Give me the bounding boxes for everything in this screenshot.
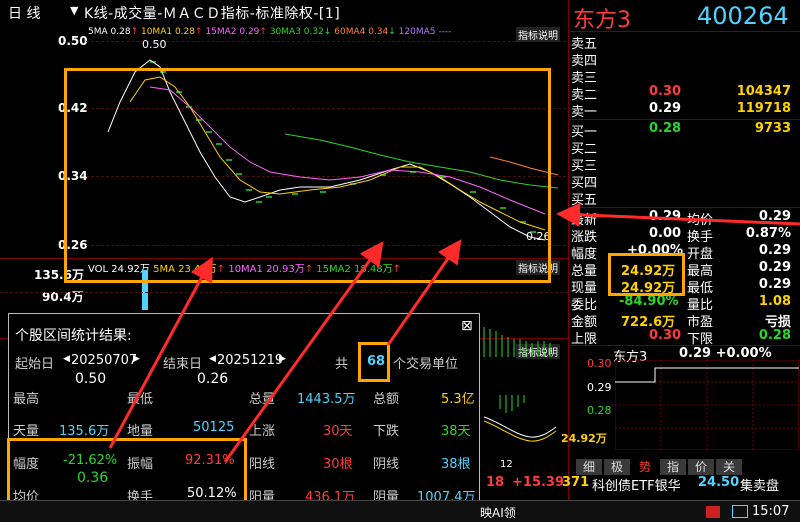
quote-row: 涨跌 0.00 换手 0.87% xyxy=(571,226,791,245)
value-down-candles: 38根 xyxy=(441,457,471,472)
quote-row: 最新 0.29 均价 0.29 xyxy=(571,209,791,228)
value-up-candles: 30根 xyxy=(323,457,353,472)
start-price: 0.50 xyxy=(75,371,107,387)
tab-index[interactable]: 指 xyxy=(660,459,686,475)
label-up-days: 上涨 xyxy=(249,424,276,439)
bid-row[interactable]: 买四 xyxy=(569,172,800,191)
ask-price: 0.29 xyxy=(649,101,682,116)
label-total-amount: 总额 xyxy=(373,392,400,407)
ask-row[interactable]: 卖三 xyxy=(569,67,800,86)
status-value-1: 18 xyxy=(486,475,505,490)
bid-row[interactable]: 买一 0.28 9733 xyxy=(569,121,800,140)
bid-price: 0.28 xyxy=(649,121,682,136)
ticker-suffix: 集卖盘 xyxy=(740,479,780,494)
vol-y-tick-90: 90.4万 xyxy=(42,290,84,304)
value-up-days: 30天 xyxy=(323,424,353,439)
ticker-text[interactable]: 科创债ETF银华 xyxy=(592,475,681,494)
highlight-day-count xyxy=(358,342,390,382)
ask-row[interactable]: 卖五 xyxy=(569,33,800,52)
quote-row: 上限 0.30 下限 0.28 xyxy=(571,328,791,347)
ask-row[interactable]: 卖四 xyxy=(569,50,800,69)
quote-row: 金额 722.6万 市盈 亏损 xyxy=(571,315,791,330)
mini-intraday-chart[interactable] xyxy=(615,360,799,450)
label-down-candles: 阴线 xyxy=(373,457,400,472)
value-total-volume: 1443.5万 xyxy=(297,392,356,407)
highlight-volume-values xyxy=(608,253,685,296)
tab-trend[interactable]: 势 xyxy=(632,459,658,475)
bid-row[interactable]: 买三 xyxy=(569,155,800,174)
end-date-next-icon[interactable]: ▶ xyxy=(279,354,286,364)
label-low: 最低 xyxy=(127,392,154,407)
end-date-label: 结束日 xyxy=(163,357,203,372)
period-label[interactable]: 日 线 xyxy=(8,3,40,23)
mini-y-mid: 0.29 xyxy=(587,381,612,394)
tab-extreme[interactable]: 极 xyxy=(604,459,630,475)
clock: 15:07 xyxy=(752,504,790,519)
ask-price: 0.30 xyxy=(649,84,682,99)
quote-panel: 东方3 400264 卖五 卖四 卖三 卖二 0.30 104347 卖一 0.… xyxy=(561,0,800,500)
macd-x-tick: 12 xyxy=(500,459,513,470)
quote-row: 委比 -84.90% 量比 1.08 xyxy=(571,294,791,313)
label-up-candles: 阳线 xyxy=(249,457,276,472)
end-date-value[interactable]: 20251219 xyxy=(217,353,283,368)
highlight-chart-region xyxy=(64,68,551,283)
title-bar: 日 线 ▼ K线-成交量-ＭＡＣＤ指标-标准除权-[1] xyxy=(0,0,568,22)
start-date-value[interactable]: 20250707 xyxy=(71,353,137,368)
bid-row[interactable]: 买二 xyxy=(569,138,800,157)
tab-related[interactable]: 关 xyxy=(716,459,742,475)
dialog-title: 个股区间统计结果: xyxy=(15,328,132,344)
bid-row[interactable]: 买五 xyxy=(569,189,800,208)
label-max-volume: 天量 xyxy=(13,424,40,439)
stock-name: 东方3 xyxy=(573,8,631,33)
ask-row[interactable]: 卖一 0.29 119718 xyxy=(569,101,800,120)
status-value-2: +15.39 xyxy=(512,475,565,490)
macd-chart-svg xyxy=(483,327,557,442)
status-bar: 18 +15.39 371 科创债ETF银华 24.50 集卖盘 映AI领 15… xyxy=(0,475,800,522)
ask-volume: 104347 xyxy=(736,84,791,99)
mini-chart-change: 0.29 +0.00% xyxy=(679,346,772,361)
period-dropdown-icon[interactable]: ▼ xyxy=(70,4,78,17)
start-date-next-icon[interactable]: ▶ xyxy=(133,354,140,364)
tab-price[interactable]: 价 xyxy=(688,459,714,475)
value-total-amount: 5.3亿 xyxy=(441,392,475,407)
alert-icon[interactable] xyxy=(706,506,720,518)
chart-title: K线-成交量-ＭＡＣＤ指标-标准除权-[1] xyxy=(84,6,341,22)
start-date-label: 起始日 xyxy=(15,357,55,372)
end-date-prev-icon[interactable]: ◀ xyxy=(209,354,216,364)
label-min-volume: 地量 xyxy=(127,424,154,439)
total-suffix: 个交易单位 xyxy=(393,357,459,372)
ticker-value: 24.50 xyxy=(698,475,740,490)
mini-y-bot: 0.28 xyxy=(587,404,612,417)
value-down-days: 38天 xyxy=(441,424,471,439)
value-min-volume: 50125 xyxy=(193,420,235,435)
label-down-days: 下跌 xyxy=(373,424,400,439)
label-high: 最高 xyxy=(13,392,40,407)
ask-row[interactable]: 卖二 0.30 104347 xyxy=(569,84,800,103)
bid-volume: 9733 xyxy=(754,121,791,136)
total-prefix: 共 xyxy=(335,357,349,372)
close-icon[interactable]: ⊠ xyxy=(461,318,473,334)
start-date-prev-icon[interactable]: ◀ xyxy=(63,354,70,364)
ask-volume: 119718 xyxy=(736,101,791,116)
high-price-mark: 0.50 xyxy=(142,38,167,51)
mini-volume: 24.92万 xyxy=(561,432,607,445)
mini-y-top: 0.30 xyxy=(587,357,612,370)
end-price: 0.26 xyxy=(197,371,229,387)
monitor-icon[interactable] xyxy=(732,505,748,518)
status-value-3: 371 xyxy=(562,475,590,490)
stock-code: 400264 xyxy=(697,2,789,30)
tab-detail[interactable]: 细 xyxy=(576,459,602,475)
label-total-volume: 总量 xyxy=(249,392,276,407)
ai-label[interactable]: 映AI领 xyxy=(480,504,516,521)
value-max-volume: 135.6万 xyxy=(59,424,110,439)
